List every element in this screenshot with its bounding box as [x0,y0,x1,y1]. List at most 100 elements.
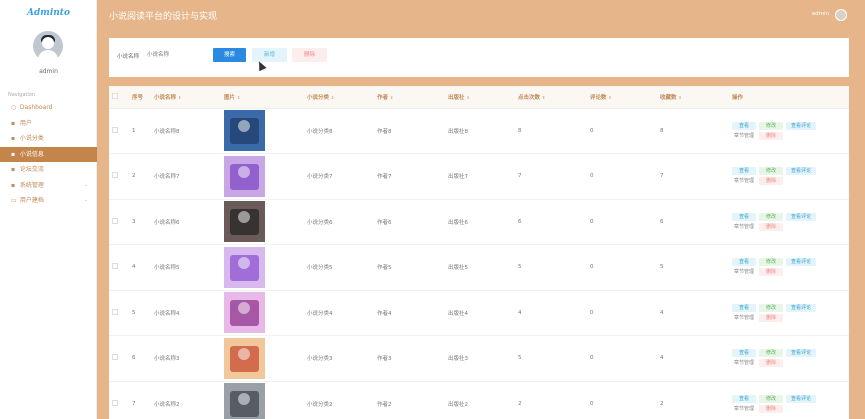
cell-clicks: 6 [515,199,587,245]
view-comments-button[interactable]: 查看评论 [786,212,816,221]
view-button[interactable]: 查看 [732,121,756,130]
cell-clicks: 2 [515,381,587,419]
header-avatar[interactable] [835,9,847,21]
row-select-cell[interactable] [109,381,129,419]
row-checkbox[interactable] [112,217,118,224]
view-button[interactable]: 查看 [732,394,756,403]
sidebar-item-dashboard[interactable]: ○ Dashboard [0,100,97,116]
row-select-cell[interactable] [109,108,129,154]
chapter-manage-button[interactable]: 章节管理 [732,314,756,322]
cell-actions: 查看 修改 查看评论章节管理 删除 [729,153,849,200]
sidebar-item-novel-info[interactable]: ▪ 小说信息 [0,146,97,162]
chapter-manage-button[interactable]: 章节管理 [732,177,756,185]
select-all-checkbox[interactable] [112,92,118,99]
search-input[interactable] [147,48,207,62]
sidebar-item-user-profile[interactable]: ▭ 用户建档 ⌄ [0,193,97,209]
chapter-manage-button[interactable]: 章节管理 [732,223,756,231]
view-comments-button[interactable]: 查看评论 [786,167,816,176]
chapter-manage-button[interactable]: 章节管理 [732,359,756,367]
chevron-down-icon: ⌄ [83,197,88,203]
grid-icon: ▪ [11,181,16,189]
cell-favorites: 4 [657,335,729,382]
row-checkbox[interactable] [112,172,118,179]
chapter-manage-button[interactable]: 章节管理 [732,268,756,276]
cell-publisher: 出版社5 [445,244,515,291]
delete-button[interactable]: 删除 [292,48,327,62]
col-header-comments[interactable]: 评论数 ⇕ [587,86,657,109]
sort-icon[interactable]: ⇕ [542,95,545,100]
sidebar-item-users[interactable]: ▪ 用户 [0,116,97,132]
view-button[interactable]: 查看 [732,212,756,221]
sort-icon[interactable]: ⇕ [608,95,611,100]
col-header-category[interactable]: 小说分类 ⇕ [304,86,374,109]
row-delete-button[interactable]: 删除 [759,404,783,413]
sidebar-item-forum[interactable]: ▪ 论坛交流 [0,162,97,178]
sort-icon[interactable]: ⇕ [178,95,181,100]
col-header-image[interactable]: 图片 ⇕ [221,86,304,109]
view-comments-button[interactable]: 查看评论 [786,349,816,358]
row-select-cell[interactable] [109,153,129,200]
chapter-manage-button[interactable]: 章节管理 [732,132,756,140]
avatar[interactable] [33,31,63,61]
row-checkbox[interactable] [112,126,118,133]
view-comments-button[interactable]: 查看评论 [786,394,816,403]
col-header-publisher[interactable]: 出版社 ⇕ [445,86,515,109]
sort-icon[interactable]: ⇕ [390,95,393,100]
row-checkbox[interactable] [112,399,118,406]
view-button[interactable]: 查看 [732,303,756,312]
row-delete-button[interactable]: 删除 [759,177,783,186]
view-comments-button[interactable]: 查看评论 [786,121,816,130]
select-all-header[interactable] [109,86,129,109]
row-delete-button[interactable]: 删除 [759,268,783,277]
row-checkbox[interactable] [112,354,118,361]
header-username[interactable]: admin [812,11,829,17]
view-button[interactable]: 查看 [732,349,756,358]
row-select-cell[interactable] [109,335,129,382]
edit-button[interactable]: 修改 [759,394,783,403]
row-checkbox[interactable] [112,308,118,315]
sort-icon[interactable]: ⇕ [237,95,240,100]
col-header-name[interactable]: 小说名称 ⇕ [151,86,221,109]
cell-image [221,335,304,382]
row-delete-button[interactable]: 删除 [759,313,783,322]
row-select-cell[interactable] [109,199,129,245]
view-comments-button[interactable]: 查看评论 [786,303,816,312]
edit-button[interactable]: 修改 [759,349,783,358]
add-button[interactable]: 新增 [252,48,287,62]
sort-icon[interactable]: ⇕ [466,95,469,100]
row-delete-button[interactable]: 删除 [759,359,783,368]
cell-image [221,244,304,291]
view-button[interactable]: 查看 [732,167,756,176]
cell-comments: 0 [587,108,657,154]
chapter-manage-button[interactable]: 章节管理 [732,405,756,413]
card-icon: ▭ [11,197,17,204]
cell-actions: 查看 修改 查看评论章节管理 删除 [729,108,849,154]
cell-index: 4 [129,244,151,291]
cell-comments: 0 [587,199,657,245]
sidebar-item-novel-category[interactable]: ▪ 小说分类 [0,131,97,147]
row-delete-button[interactable]: 删除 [759,131,783,140]
view-button[interactable]: 查看 [732,258,756,267]
sidebar-item-system[interactable]: ▪ 系统管理 ⌄ [0,178,97,194]
edit-button[interactable]: 修改 [759,303,783,312]
sort-icon[interactable]: ⇕ [331,95,334,100]
edit-button[interactable]: 修改 [759,258,783,267]
search-button[interactable]: 搜索 [213,48,246,62]
row-checkbox[interactable] [112,263,118,270]
edit-button[interactable]: 修改 [759,167,783,176]
row-select-cell[interactable] [109,290,129,336]
row-delete-button[interactable]: 删除 [759,222,783,231]
book-cover-image [224,337,265,379]
edit-button[interactable]: 修改 [759,121,783,130]
view-comments-button[interactable]: 查看评论 [786,258,816,267]
col-header-author[interactable]: 作者 ⇕ [374,86,445,109]
edit-button[interactable]: 修改 [759,212,783,221]
sort-icon[interactable]: ⇕ [678,95,681,100]
row-select-cell[interactable] [109,244,129,291]
col-header-favorites[interactable]: 收藏数 ⇕ [657,86,729,109]
col-header-clicks[interactable]: 点击次数 ⇕ [515,86,587,109]
col-header-actions: 操作 [729,86,849,109]
cell-name: 小说名称5 [151,244,221,291]
cell-name: 小说名称7 [151,153,221,200]
table-row: 5 小说名称4 小说分类4 作者4 出版社4 4 0 4 查看 修改 查看评论 章节管理 删除 [109,290,849,336]
